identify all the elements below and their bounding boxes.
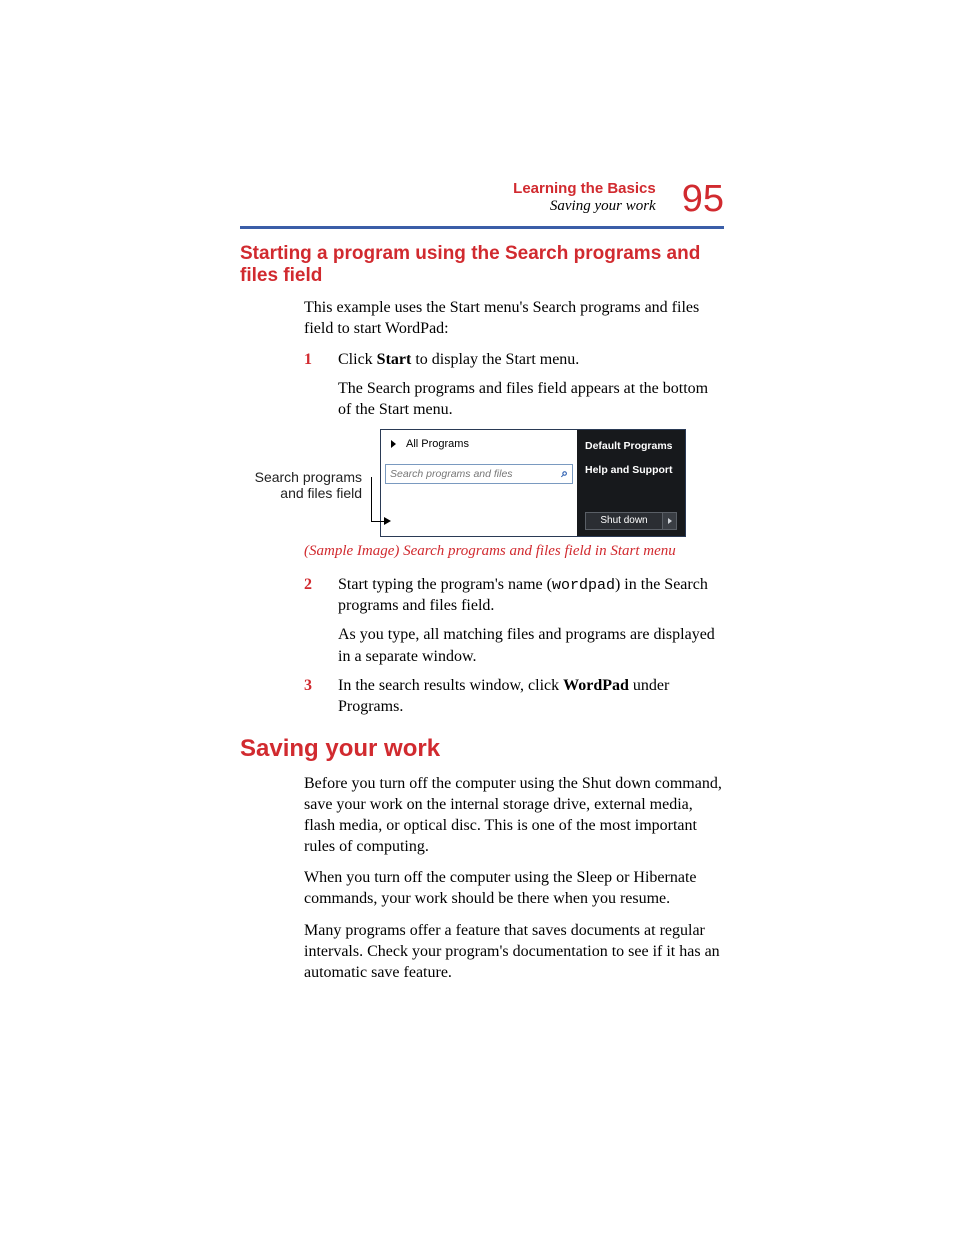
body-paragraph: Before you turn off the computer using t… <box>304 773 724 857</box>
numbered-step: 2 Start typing the program's name (wordpa… <box>304 574 724 667</box>
running-header: Learning the Basics Saving your work 95 <box>240 180 724 218</box>
numbered-step: 3 In the search results window, click Wor… <box>304 675 724 717</box>
shutdown-dropdown[interactable] <box>662 513 676 529</box>
menu-item-help-support[interactable]: Help and Support <box>585 464 677 476</box>
section-title: Saving your work <box>513 198 656 215</box>
callout-leader-line <box>362 429 380 529</box>
shutdown-button[interactable]: Shut down <box>585 512 677 530</box>
subsection-heading: Starting a program using the Search prog… <box>240 243 724 287</box>
intro-paragraph: This example uses the Start menu's Searc… <box>304 297 724 339</box>
body-paragraph: When you turn off the computer using the… <box>304 867 724 909</box>
chevron-right-icon <box>391 440 396 448</box>
all-programs-label: All Programs <box>406 438 469 450</box>
chapter-title: Learning the Basics <box>513 180 656 197</box>
section-heading: Saving your work <box>240 735 724 763</box>
menu-item-default-programs[interactable]: Default Programs <box>585 440 677 452</box>
step-number: 3 <box>304 675 318 717</box>
step-text: Start typing the program's name (wordpad… <box>338 574 724 667</box>
search-programs-input[interactable]: Search programs and files ⌕ <box>385 464 573 484</box>
step-line: In the search results window, click Word… <box>338 675 724 717</box>
figure-caption: (Sample Image) Search programs and files… <box>304 543 724 560</box>
callout-label: Search programs and files field <box>254 469 362 503</box>
search-placeholder: Search programs and files <box>390 468 513 480</box>
all-programs-item[interactable]: All Programs <box>385 434 573 454</box>
body-paragraph: Many programs offer a feature that saves… <box>304 920 724 983</box>
chevron-right-icon <box>668 518 672 524</box>
step-text: In the search results window, click Word… <box>338 675 724 717</box>
figure-start-menu: Search programs and files field All Prog… <box>254 429 724 537</box>
shutdown-label: Shut down <box>586 513 662 529</box>
step-line: Start typing the program's name (wordpad… <box>338 574 724 617</box>
start-menu-screenshot: All Programs Search programs and files ⌕… <box>380 429 686 537</box>
header-rule <box>240 226 724 229</box>
step-line: As you type, all matching files and prog… <box>338 624 724 666</box>
step-number: 1 <box>304 349 318 420</box>
step-number: 2 <box>304 574 318 667</box>
page-number: 95 <box>682 180 724 218</box>
step-line: Click Start to display the Start menu. <box>338 349 724 370</box>
search-icon: ⌕ <box>561 466 568 481</box>
